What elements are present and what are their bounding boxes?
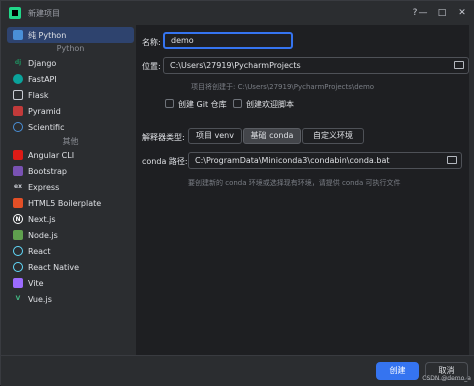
new-project-dialog: 新建项目 ? — □ ✕ 纯 Python Python dj Django F…: [0, 0, 474, 386]
sidebar-item-bootstrap[interactable]: Bootstrap: [7, 163, 134, 179]
interpreter-option-custom[interactable]: 自定义环境: [302, 128, 364, 144]
sidebar-item-flask[interactable]: Flask: [7, 87, 134, 103]
project-type-sidebar: 纯 Python Python dj Django FastAPI Flask …: [7, 25, 136, 355]
close-button[interactable]: ✕: [454, 5, 470, 21]
nextjs-icon: N: [13, 214, 23, 224]
sidebar-item-angular-cli[interactable]: Angular CLI: [7, 147, 134, 163]
sidebar-heading-python: Python: [56, 44, 85, 53]
sidebar-item-label: Django: [28, 58, 57, 68]
sidebar-item-label: Angular CLI: [28, 150, 75, 160]
sidebar-item-pure-python[interactable]: 纯 Python: [7, 27, 134, 43]
project-name-input[interactable]: demo: [163, 32, 293, 49]
interpreter-option-venv[interactable]: 项目 venv: [188, 128, 242, 144]
git-repo-label: 创建 Git 仓库: [178, 100, 227, 109]
interpreter-type-label: 解释器类型:: [142, 133, 185, 142]
html5-icon: [13, 198, 23, 208]
sidebar-item-label: Pyramid: [28, 106, 61, 116]
sidebar-item-label: Scientific: [28, 122, 65, 132]
sidebar-item-nextjs[interactable]: N Next.js: [7, 211, 134, 227]
sidebar-item-label: Flask: [28, 90, 49, 100]
sidebar-item-label: Vue.js: [28, 294, 52, 304]
git-repo-checkbox[interactable]: [165, 99, 174, 108]
vue-icon: V: [15, 295, 21, 302]
sidebar-item-html5-boilerplate[interactable]: HTML5 Boilerplate: [7, 195, 134, 211]
welcome-script-checkbox[interactable]: [233, 99, 242, 108]
pyramid-icon: [13, 106, 23, 116]
minimize-button[interactable]: —: [415, 5, 431, 21]
sidebar-item-label: Vite: [28, 278, 44, 288]
bootstrap-icon: [13, 166, 23, 176]
scientific-icon: [13, 122, 23, 132]
watermark: CSDN @demo_a: [422, 375, 471, 382]
sidebar-item-django[interactable]: dj Django: [7, 55, 134, 71]
conda-path-input[interactable]: C:\ProgramData\Miniconda3\condabin\conda…: [188, 152, 462, 169]
sidebar-item-label: Bootstrap: [28, 166, 67, 176]
dialog-footer: 创建 取消 CSDN @demo_a: [1, 355, 474, 386]
project-settings-panel: 名称: demo 位置: C:\Users\27919\PycharmProje…: [136, 25, 474, 355]
sidebar-item-label: React Native: [28, 262, 80, 272]
sidebar-item-react[interactable]: React: [7, 243, 134, 259]
fastapi-icon: [13, 74, 23, 84]
create-button[interactable]: 创建: [376, 362, 419, 380]
scrollbar[interactable]: [469, 25, 474, 355]
conda-path-value: C:\ProgramData\Miniconda3\condabin\conda…: [195, 156, 390, 165]
flask-icon: [13, 90, 23, 100]
vite-icon: [13, 278, 23, 288]
sidebar-item-label: 纯 Python: [28, 30, 67, 40]
titlebar: 新建项目 ? — □ ✕: [1, 1, 474, 25]
sidebar-heading-other: 其他: [62, 137, 79, 146]
react-icon: [13, 246, 23, 256]
express-icon: ex: [14, 183, 22, 190]
window-title: 新建项目: [28, 9, 60, 18]
python-icon: [13, 30, 23, 40]
location-input[interactable]: C:\Users\27919\PycharmProjects: [163, 57, 469, 74]
conda-hint: 要创建新的 conda 环境或选择现有环境，请提供 conda 可执行文件: [188, 179, 401, 187]
location-value: C:\Users\27919\PycharmProjects: [170, 61, 301, 70]
maximize-button[interactable]: □: [434, 5, 450, 21]
folder-icon[interactable]: [447, 156, 457, 164]
interpreter-option-base-conda[interactable]: 基础 conda: [243, 128, 301, 144]
angular-icon: [13, 150, 23, 160]
location-hint: 项目将创建于: C:\Users\27919\PycharmProjects\d…: [191, 83, 375, 91]
sidebar-item-label: Node.js: [28, 230, 58, 240]
welcome-script-label: 创建欢迎脚本: [246, 100, 294, 109]
sidebar-item-label: FastAPI: [28, 74, 57, 84]
pycharm-app-icon: [9, 7, 21, 19]
location-label: 位置:: [142, 62, 161, 71]
sidebar-item-react-native[interactable]: React Native: [7, 259, 134, 275]
sidebar-item-vuejs[interactable]: V Vue.js: [7, 291, 134, 307]
nodejs-icon: [13, 230, 23, 240]
sidebar-item-label: HTML5 Boilerplate: [28, 198, 102, 208]
sidebar-item-nodejs[interactable]: Node.js: [7, 227, 134, 243]
react-native-icon: [13, 262, 23, 272]
django-icon: dj: [14, 59, 22, 66]
sidebar-item-express[interactable]: ex Express: [7, 179, 134, 195]
name-label: 名称:: [142, 38, 161, 47]
sidebar-item-fastapi[interactable]: FastAPI: [7, 71, 134, 87]
conda-path-label: conda 路径:: [142, 157, 188, 166]
sidebar-item-scientific[interactable]: Scientific: [7, 119, 134, 135]
sidebar-item-label: Express: [28, 182, 60, 192]
sidebar-item-pyramid[interactable]: Pyramid: [7, 103, 134, 119]
sidebar-item-vite[interactable]: Vite: [7, 275, 134, 291]
sidebar-item-label: React: [28, 246, 51, 256]
sidebar-item-label: Next.js: [28, 214, 56, 224]
folder-icon[interactable]: [454, 61, 464, 69]
